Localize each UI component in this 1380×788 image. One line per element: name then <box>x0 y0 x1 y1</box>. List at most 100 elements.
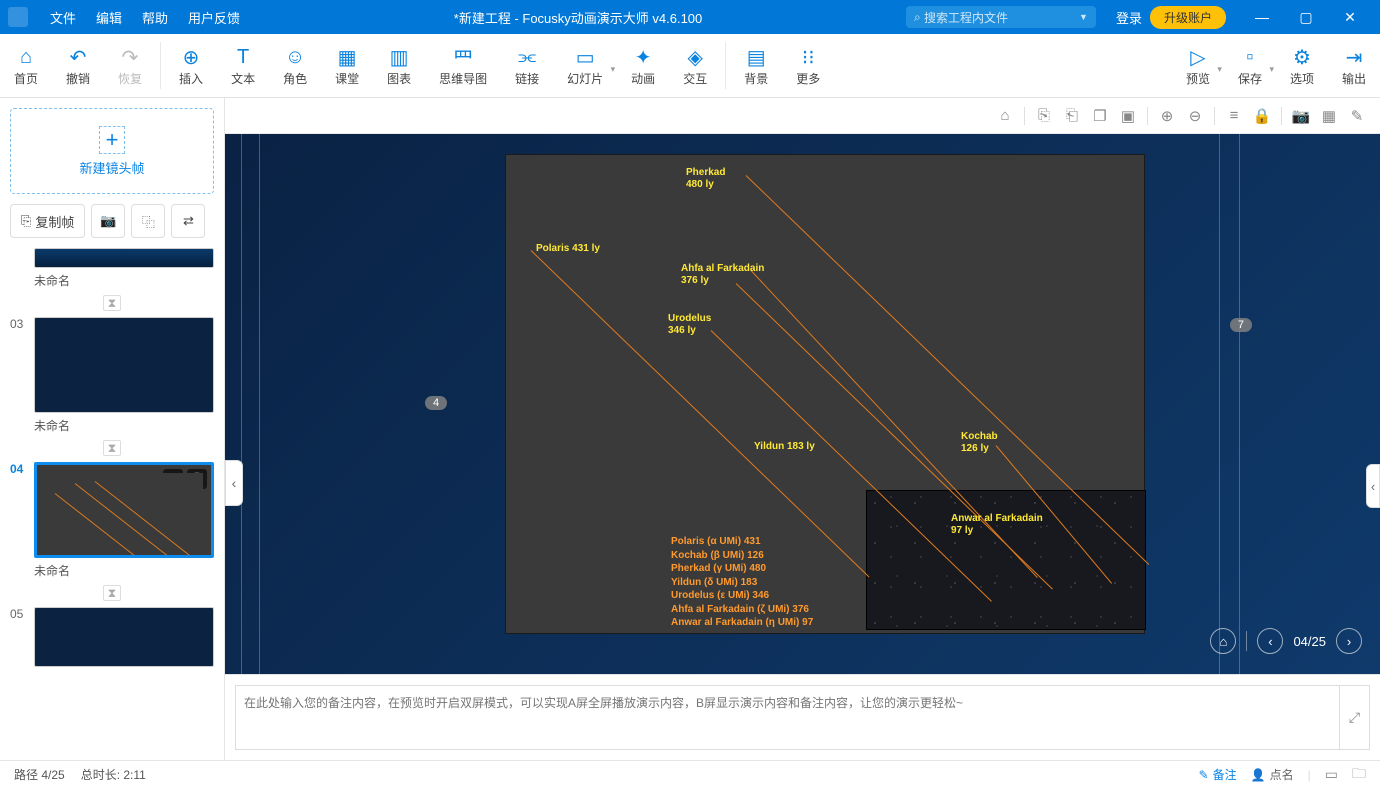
rollcall-button[interactable]: 👤 点名 <box>1251 766 1294 783</box>
save-button[interactable]: ▫保存▾ <box>1224 34 1276 97</box>
role-button[interactable]: ☺角色 <box>269 34 321 97</box>
export-button[interactable]: ⇥输出 <box>1328 34 1380 97</box>
duplicate-icon[interactable]: ❐ <box>1087 103 1113 129</box>
timer-icon: ⧗ <box>103 295 121 311</box>
statusbar: 路径 4/25 总时长: 2:11 ✎ 备注 👤 点名 | ▭ 🗀 <box>0 760 1380 788</box>
paste-icon[interactable]: ⎗ <box>1059 103 1085 129</box>
redo-button[interactable]: ↷恢复 <box>104 34 156 97</box>
timer-icon: ⧗ <box>103 585 121 601</box>
chart-icon: ▥ <box>390 44 409 70</box>
search-placeholder: 搜索工程内文件 <box>924 9 1008 26</box>
menu-help[interactable]: 帮助 <box>132 8 178 27</box>
folder-icon[interactable]: 🗀 <box>1352 763 1366 787</box>
right-panel-expand-button[interactable]: ‹ <box>1366 464 1380 508</box>
canvas[interactable]: 4 7 Pherkad480 lyPolaris 431 lyAhfa al F… <box>225 134 1380 674</box>
timer-icon: ⧗ <box>103 440 121 456</box>
close-button[interactable]: ✕ <box>1328 9 1372 26</box>
home-icon[interactable]: ⌂ <box>992 103 1018 129</box>
shuffle-button[interactable]: ⇄ <box>171 204 205 238</box>
image-icon[interactable]: ▦ <box>1316 103 1342 129</box>
sidebar-collapse-button[interactable]: ‹ <box>225 460 243 506</box>
text-button[interactable]: T文本 <box>217 34 269 97</box>
new-frame-button[interactable]: + 新建镜头帧 <box>10 108 214 194</box>
status-duration: 总时长: 2:11 <box>81 766 146 783</box>
menubar: 文件 编辑 帮助 用户反馈 *新建工程 - Focusky动画演示大师 v4.6… <box>0 0 1380 34</box>
star-label: Anwar al Farkadain97 ly <box>951 513 1043 537</box>
interact-button[interactable]: ◈交互 <box>669 34 721 97</box>
frame-list: 未命名 ⧗ 03 未命名 ⧗ 04 ◉🗑 <box>10 248 214 750</box>
more-icon: ⁝⁝ <box>802 44 815 70</box>
present-icon[interactable]: ▭ <box>1325 766 1338 783</box>
link-icon: ⫘ <box>518 44 536 70</box>
search-input[interactable]: ⌕ 搜索工程内文件 ▼ <box>906 6 1096 28</box>
upgrade-button[interactable]: 升级账户 <box>1150 6 1226 29</box>
frame-thumb[interactable]: 03 未命名 ⧗ <box>10 317 214 456</box>
camera-icon[interactable]: 📷 <box>1288 103 1314 129</box>
person-icon: ☺ <box>285 44 305 70</box>
options-button[interactable]: ⚙选项 <box>1276 34 1328 97</box>
frame-thumb[interactable]: 未命名 ⧗ <box>10 248 214 311</box>
star-label: Polaris 431 ly <box>536 243 600 255</box>
camera-button[interactable]: 📷 <box>91 204 125 238</box>
anim-button[interactable]: ✦动画 <box>617 34 669 97</box>
window-title: *新建工程 - Focusky动画演示大师 v4.6.100 <box>250 8 906 27</box>
menu-edit[interactable]: 编辑 <box>86 8 132 27</box>
next-frame-button[interactable]: › <box>1336 628 1362 654</box>
home-icon: ⌂ <box>20 44 32 70</box>
redo-icon: ↷ <box>122 44 139 70</box>
zoom-in-icon[interactable]: ⊕ <box>1154 103 1180 129</box>
bg-icon: ▤ <box>747 44 766 70</box>
star-label: Ahfa al Farkadain376 ly <box>681 263 764 287</box>
insert-button[interactable]: ⊕插入 <box>165 34 217 97</box>
class-button[interactable]: ▦课堂 <box>321 34 373 97</box>
home-nav-button[interactable]: ⌂ <box>1210 628 1236 654</box>
lock-icon[interactable]: 🔒 <box>1249 103 1275 129</box>
chart-button[interactable]: ▥图表 <box>373 34 425 97</box>
status-path: 路径 4/25 <box>14 766 65 783</box>
export-icon: ⇥ <box>1346 44 1363 70</box>
text-icon: T <box>237 44 249 70</box>
gear-icon: ⚙ <box>1293 44 1311 70</box>
align-icon[interactable]: ≡ <box>1221 103 1247 129</box>
login-button[interactable]: 登录 <box>1116 8 1142 27</box>
more-button[interactable]: ⁝⁝更多 <box>782 34 834 97</box>
toolbar: ⌂首页 ↶撤销 ↷恢复 ⊕插入 T文本 ☺角色 ▦课堂 ▥图表 ⺫思维导图 ⫘链… <box>0 34 1380 98</box>
chevron-down-icon: ▼ <box>1079 12 1088 22</box>
search-icon: ⌕ <box>914 10 921 25</box>
page-badge: 7 <box>1230 318 1252 332</box>
app-logo <box>8 7 28 27</box>
copy-icon[interactable]: ⎘ <box>1031 103 1057 129</box>
prev-frame-button[interactable]: ‹ <box>1257 628 1283 654</box>
save-icon: ▫ <box>1246 44 1253 70</box>
zoom-out-icon[interactable]: ⊖ <box>1182 103 1208 129</box>
menu-feedback[interactable]: 用户反馈 <box>178 8 250 27</box>
slide-content[interactable]: Pherkad480 lyPolaris 431 lyAhfa al Farka… <box>505 154 1145 634</box>
frame-thumb[interactable]: 05 <box>10 607 214 667</box>
link-button[interactable]: ⫘链接 <box>501 34 553 97</box>
anim-icon: ✦ <box>635 44 652 70</box>
home-button[interactable]: ⌂首页 <box>0 34 52 97</box>
frame-position: 04/25 <box>1293 634 1326 649</box>
minimize-button[interactable]: — <box>1240 9 1284 26</box>
star-label: Yildun 183 ly <box>754 441 815 453</box>
undo-button[interactable]: ↶撤销 <box>52 34 104 97</box>
bg-button[interactable]: ▤背景 <box>730 34 782 97</box>
slide-icon: ▭ <box>576 44 595 70</box>
menu-file[interactable]: 文件 <box>40 8 86 27</box>
window-controls: — ▢ ✕ <box>1240 9 1372 26</box>
mindmap-button[interactable]: ⺫思维导图 <box>425 34 501 97</box>
notes-panel: ⤢ <box>225 674 1380 760</box>
qr-button[interactable]: ⿻ <box>131 204 165 238</box>
board-icon: ▦ <box>338 44 357 70</box>
maximize-button[interactable]: ▢ <box>1284 9 1328 26</box>
edit-icon[interactable]: ✎ <box>1344 103 1370 129</box>
preview-button[interactable]: ▷预览▾ <box>1172 34 1224 97</box>
slide-button[interactable]: ▭幻灯片▾ <box>553 34 617 97</box>
expand-notes-button[interactable]: ⤢ <box>1340 685 1370 750</box>
clipboard-icon[interactable]: ▣ <box>1115 103 1141 129</box>
copy-frame-button[interactable]: ⎘ 复制帧 <box>10 204 85 238</box>
undo-icon: ↶ <box>70 44 87 70</box>
remark-button[interactable]: ✎ 备注 <box>1199 766 1237 783</box>
frame-thumb-selected[interactable]: 04 ◉🗑 未命名 ⧗ <box>10 462 214 601</box>
notes-input[interactable] <box>235 685 1340 750</box>
